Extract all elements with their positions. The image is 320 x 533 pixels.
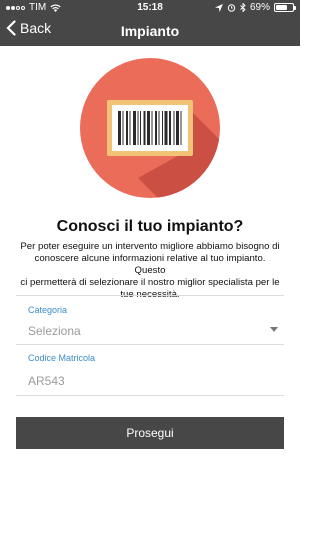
serial-input[interactable]: AR543 [24,369,278,391]
intro-heading: Conosci il tuo impianto? [56,218,244,235]
status-bar: TIM 15:18 69% [0,0,300,16]
category-value: Seleziona [28,324,81,338]
battery-percent: 69% [249,2,270,13]
status-right: 69% [214,2,296,13]
battery-level-fill [276,5,288,10]
category-divider [16,344,284,345]
nav-bar: Back Impianto [0,16,300,46]
barcode-icon [107,100,193,156]
barcode-bar [169,111,171,145]
dropdown-arrow-icon [270,327,278,332]
barcode-bar [126,111,128,145]
intro-description: Per poter eseguire un intervento miglior… [18,241,282,301]
alarm-icon [227,4,236,12]
page-title: Impianto [120,23,180,39]
form-top-divider [16,295,284,296]
bluetooth-icon [240,3,246,12]
barcode-bar [180,111,182,145]
barcode-bar [173,111,175,145]
barcode-bar [151,111,153,145]
barcode-bar [122,111,124,145]
serial-placeholder: AR543 [28,374,65,388]
continue-button[interactable]: Prosegui [16,417,284,449]
intro-line-1: Per poter eseguire un intervento miglior… [20,241,280,252]
category-label: Categoria [28,305,68,315]
barcode-bar [147,111,150,145]
barcode-bar [143,111,146,145]
barcode-bar [129,111,131,145]
barcode-bar [140,111,141,145]
intro-line-2: conoscere alcune informazioni relative a… [34,253,266,276]
barcode-illustration [80,58,220,198]
barcode-bar [176,111,179,145]
barcode-bar [164,111,168,145]
battery-icon [274,3,296,12]
intro-line-3: ci permetterà di selezionare il nostro m… [20,277,280,288]
barcode-bar [118,111,121,145]
barcode-bar [155,111,157,145]
location-arrow-icon [214,3,223,12]
barcode-bar [137,111,139,145]
app-header: TIM 15:18 69% Back Impianto [0,0,300,46]
barcode-bar [162,111,163,145]
barcode-bar [133,111,136,145]
category-select[interactable]: Seleziona [24,319,278,341]
serial-divider [16,395,284,396]
serial-label: Codice Matricola [28,353,96,363]
barcode-bar [158,111,160,145]
